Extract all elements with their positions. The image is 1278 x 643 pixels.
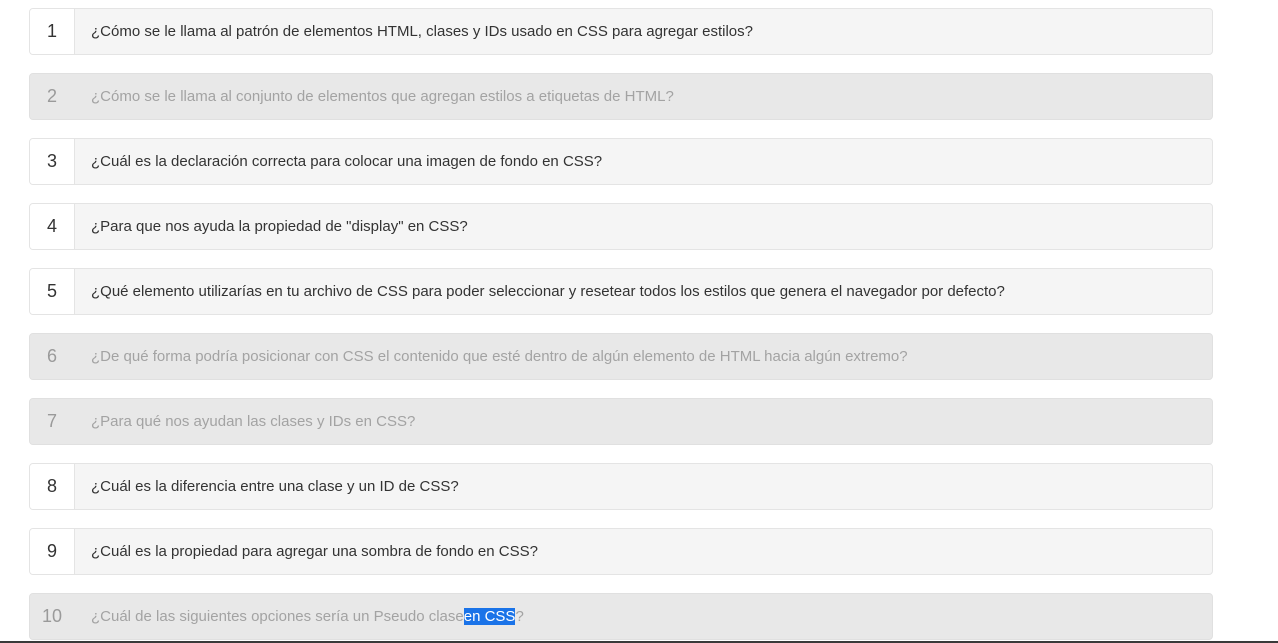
question-number: 2 — [30, 74, 75, 119]
text-selection: en CSS — [463, 608, 516, 625]
question-row-3[interactable]: 3 ¿Cuál es la declaración correcta para … — [29, 138, 1213, 185]
question-number: 5 — [30, 269, 75, 314]
question-text-part: ¿Cuál de las siguientes opciones sería u… — [91, 608, 464, 625]
quiz-page: 1 ¿Cómo se le llama al patrón de element… — [0, 0, 1278, 643]
question-row-8[interactable]: 8 ¿Cuál es la diferencia entre una clase… — [29, 463, 1213, 510]
question-text: ¿Para qué nos ayudan las clases y IDs en… — [91, 413, 416, 430]
question-row-6[interactable]: 6 ¿De qué forma podría posicionar con CS… — [29, 333, 1213, 380]
question-text: ¿Cuál es la propiedad para agregar una s… — [91, 543, 538, 560]
question-number: 7 — [30, 399, 75, 444]
question-row-5[interactable]: 5 ¿Qué elemento utilizarías en tu archiv… — [29, 268, 1213, 315]
question-number: 9 — [30, 529, 75, 574]
question-number: 10 — [30, 594, 75, 639]
question-row-4[interactable]: 4 ¿Para que nos ayuda la propiedad de "d… — [29, 203, 1213, 250]
question-list: 1 ¿Cómo se le llama al patrón de element… — [29, 8, 1213, 643]
question-row-1[interactable]: 1 ¿Cómo se le llama al patrón de element… — [29, 8, 1213, 55]
question-row-7[interactable]: 7 ¿Para qué nos ayudan las clases y IDs … — [29, 398, 1213, 445]
question-text: ¿Qué elemento utilizarías en tu archivo … — [91, 283, 1005, 300]
question-number: 1 — [30, 9, 75, 54]
question-text: ¿Cuál es la diferencia entre una clase y… — [91, 478, 459, 495]
question-text-part: ? — [515, 608, 524, 625]
question-number: 8 — [30, 464, 75, 509]
question-row-10[interactable]: 10 ¿Cuál de las siguientes opciones serí… — [29, 593, 1213, 640]
question-text: ¿Para que nos ayuda la propiedad de "dis… — [91, 218, 468, 235]
question-number: 6 — [30, 334, 75, 379]
question-row-2[interactable]: 2 ¿Cómo se le llama al conjunto de eleme… — [29, 73, 1213, 120]
question-text: ¿Cómo se le llama al patrón de elementos… — [91, 23, 753, 40]
question-number: 4 — [30, 204, 75, 249]
question-text: ¿Cuál es la declaración correcta para co… — [91, 153, 603, 170]
question-text: ¿De qué forma podría posicionar con CSS … — [91, 348, 908, 365]
question-number: 3 — [30, 139, 75, 184]
question-row-9[interactable]: 9 ¿Cuál es la propiedad para agregar una… — [29, 528, 1213, 575]
question-text: ¿Cuál de las siguientes opciones sería u… — [75, 594, 524, 639]
question-text: ¿Cómo se le llama al conjunto de element… — [91, 88, 674, 105]
